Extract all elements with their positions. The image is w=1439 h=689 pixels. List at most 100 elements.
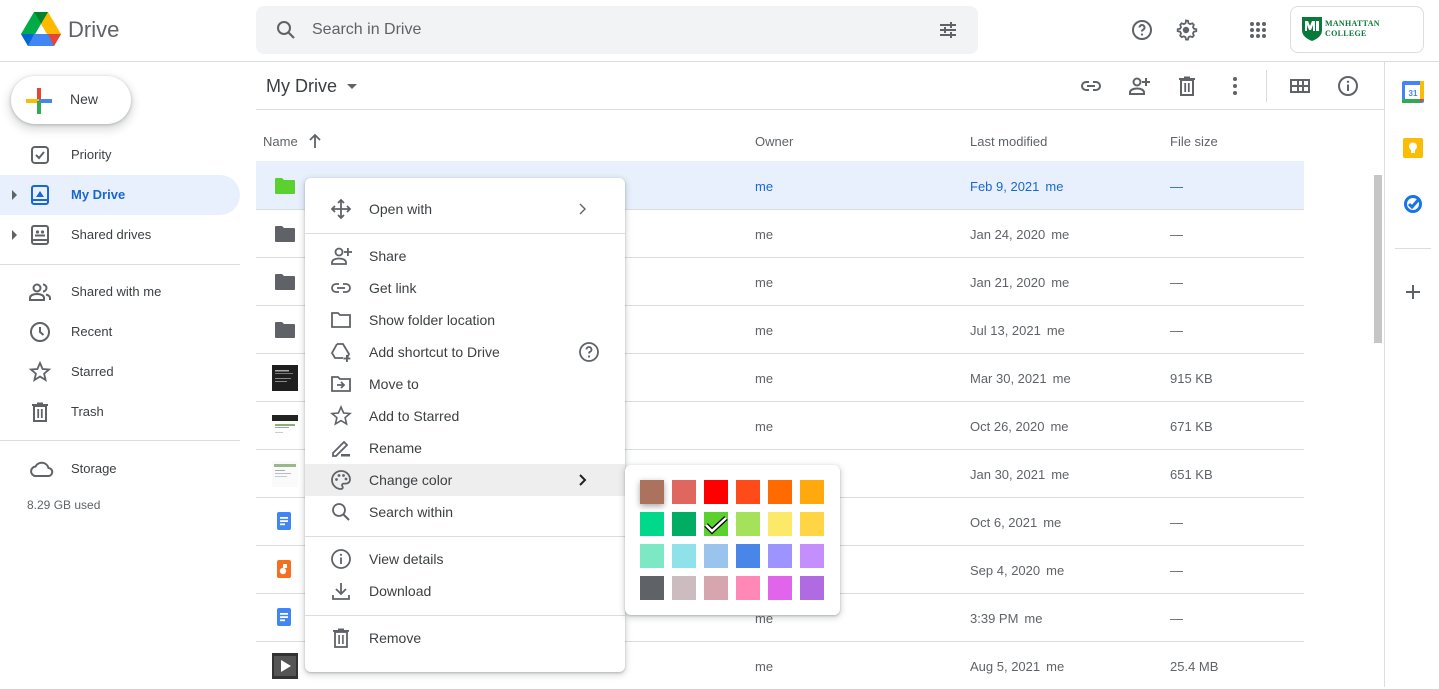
trash-icon[interactable] — [1175, 74, 1199, 98]
video-thumbnail-icon — [272, 653, 298, 679]
sidebar-item-starred[interactable]: Starred — [0, 352, 240, 392]
menu-item-label: Remove — [369, 630, 422, 646]
tasks-icon[interactable] — [1402, 193, 1424, 215]
color-swatch[interactable] — [640, 576, 664, 600]
menu-item-add-to-starred[interactable]: Add to Starred — [305, 400, 625, 432]
menu-item-add-shortcut-to-drive[interactable]: Add shortcut to Drive — [305, 336, 625, 368]
search-input[interactable] — [312, 6, 912, 54]
menu-item-show-folder-location[interactable]: Show folder location — [305, 304, 625, 336]
more-vert-icon[interactable] — [1223, 74, 1247, 98]
color-swatch[interactable] — [704, 480, 728, 504]
color-swatch[interactable] — [640, 544, 664, 568]
info-icon[interactable] — [1336, 74, 1360, 98]
page-title[interactable]: My Drive — [266, 76, 337, 97]
menu-item-remove[interactable]: Remove — [305, 622, 625, 654]
grid-view-icon[interactable] — [1288, 74, 1312, 98]
color-swatch[interactable] — [800, 576, 824, 600]
change-color-submenu — [625, 465, 840, 615]
calendar-icon[interactable]: 31 — [1402, 81, 1424, 103]
modified-date: Sep 4, 2020 — [970, 563, 1041, 578]
modified-by: me — [1051, 467, 1070, 482]
color-swatch[interactable] — [736, 480, 760, 504]
color-swatch[interactable] — [704, 576, 728, 600]
sidebar-item-priority[interactable]: Priority — [0, 135, 240, 175]
keep-icon[interactable] — [1402, 137, 1424, 159]
sidebar-divider — [0, 440, 240, 441]
help-icon[interactable] — [577, 340, 601, 364]
sidebar-item-label: Priority — [71, 147, 112, 162]
sidebar-item-shared-with-me[interactable]: Shared with me — [0, 272, 240, 312]
color-swatch[interactable] — [704, 544, 728, 568]
image-thumbnail-icon — [272, 413, 298, 439]
color-swatch[interactable] — [672, 576, 696, 600]
color-swatch[interactable] — [768, 576, 792, 600]
menu-item-share[interactable]: Share — [305, 240, 625, 272]
search-icon[interactable] — [274, 18, 298, 42]
link-icon — [329, 276, 353, 300]
search-bar[interactable] — [256, 6, 978, 54]
color-swatch[interactable] — [640, 512, 664, 536]
color-swatch[interactable] — [704, 512, 728, 536]
column-header-last-modified[interactable]: Last modified — [970, 134, 1047, 149]
color-swatch[interactable] — [768, 512, 792, 536]
folder-icon — [273, 270, 297, 294]
file-size-cell: 671 KB — [1170, 419, 1213, 434]
color-swatch[interactable] — [800, 512, 824, 536]
menu-item-download[interactable]: Download — [305, 575, 625, 607]
settings-icon[interactable] — [1170, 14, 1202, 46]
add-icon[interactable] — [1402, 281, 1424, 303]
share-icon[interactable] — [1127, 74, 1151, 98]
image-thumbnail-icon — [272, 365, 298, 391]
menu-item-search-within[interactable]: Search within — [305, 496, 625, 528]
new-button[interactable]: New — [11, 76, 131, 124]
help-icon[interactable] — [1126, 14, 1158, 46]
menu-item-rename[interactable]: Rename — [305, 432, 625, 464]
get-link-icon[interactable] — [1079, 74, 1103, 98]
sidebar-item-my-drive[interactable]: My Drive — [0, 175, 240, 215]
search-options-icon[interactable] — [936, 18, 960, 42]
sidebar-item-storage[interactable]: Storage — [0, 449, 240, 489]
menu-item-change-color[interactable]: Change color — [305, 464, 625, 496]
column-header-owner[interactable]: Owner — [755, 134, 793, 149]
last-modified-cell: Mar 30, 2021 me — [970, 371, 1071, 386]
color-swatch[interactable] — [768, 480, 792, 504]
color-swatch[interactable] — [672, 512, 696, 536]
expand-caret-icon[interactable] — [12, 190, 17, 200]
color-swatch[interactable] — [672, 480, 696, 504]
color-swatch[interactable] — [640, 480, 664, 504]
color-swatch[interactable] — [736, 544, 760, 568]
menu-item-move-to[interactable]: Move to — [305, 368, 625, 400]
menu-item-label: Download — [369, 583, 432, 599]
sidebar-item-label: Storage — [71, 461, 117, 476]
menu-item-view-details[interactable]: View details — [305, 543, 625, 575]
menu-item-label: Move to — [369, 376, 419, 392]
menu-item-label: Add shortcut to Drive — [369, 344, 500, 360]
color-swatch[interactable] — [800, 480, 824, 504]
account-badge[interactable]: MANHATTAN COLLEGE — [1290, 6, 1424, 53]
color-swatch[interactable] — [736, 576, 760, 600]
sidebar-item-trash[interactable]: Trash — [0, 392, 240, 432]
share-icon — [329, 244, 353, 268]
scrollbar-thumb[interactable] — [1374, 175, 1382, 343]
title-dropdown-icon[interactable] — [347, 84, 357, 89]
color-swatch[interactable] — [768, 544, 792, 568]
google-form-icon — [272, 557, 296, 581]
sidebar-item-shared-drives[interactable]: Shared drives — [0, 215, 240, 255]
modified-date: Mar 30, 2021 — [970, 371, 1047, 386]
drive-logo-icon[interactable] — [21, 12, 61, 48]
color-swatch[interactable] — [736, 512, 760, 536]
column-header-file-size[interactable]: File size — [1170, 134, 1218, 149]
sort-arrow-up-icon[interactable] — [308, 133, 322, 149]
color-swatch[interactable] — [800, 544, 824, 568]
color-swatch[interactable] — [672, 544, 696, 568]
menu-item-get-link[interactable]: Get link — [305, 272, 625, 304]
menu-item-open-with[interactable]: Open with — [305, 193, 625, 225]
last-modified-cell: Jan 30, 2021 me — [970, 467, 1069, 482]
column-header-name[interactable]: Name — [263, 134, 298, 149]
sidebar-item-label: Shared drives — [71, 227, 152, 242]
sidebar-item-recent[interactable]: Recent — [0, 312, 240, 352]
apps-grid-icon[interactable] — [1242, 14, 1274, 46]
menu-item-label: Open with — [369, 201, 433, 217]
modified-date: Jan 24, 2020 — [970, 227, 1046, 242]
expand-caret-icon[interactable] — [12, 230, 17, 240]
